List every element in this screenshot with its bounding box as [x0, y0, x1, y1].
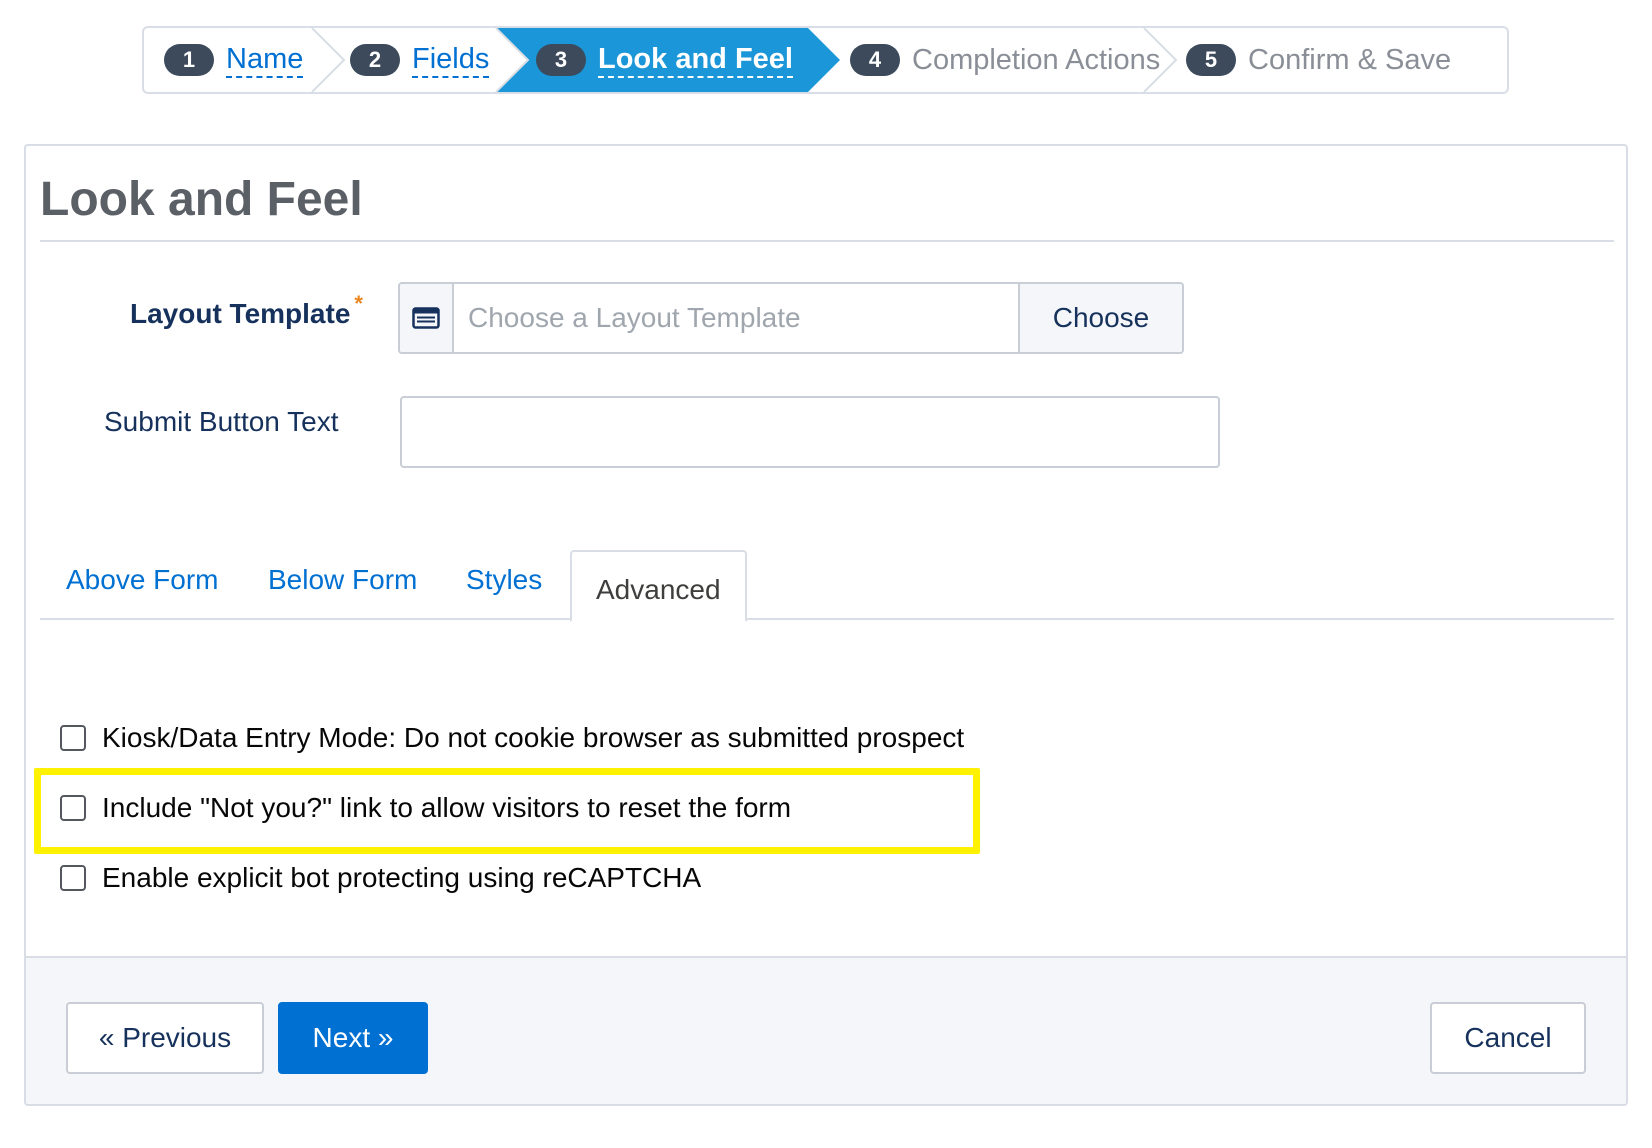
option-kiosk-mode[interactable]: Kiosk/Data Entry Mode: Do not cookie bro… — [60, 722, 964, 754]
recaptcha-checkbox[interactable] — [60, 865, 86, 891]
submit-button-text-field[interactable] — [400, 396, 1220, 468]
step-number: 3 — [536, 44, 586, 76]
step-label[interactable]: Look and Feel — [598, 42, 793, 78]
layout-template-lookup[interactable]: Choose a Layout Template Choose — [398, 282, 1184, 354]
title-divider — [40, 240, 1614, 242]
layout-template-input[interactable]: Choose a Layout Template — [454, 284, 1018, 352]
tab-below-form[interactable]: Below Form — [268, 564, 417, 596]
tab-advanced[interactable]: Advanced — [570, 550, 747, 622]
kiosk-mode-checkbox[interactable] — [60, 725, 86, 751]
recaptcha-label: Enable explicit bot protecting using reC… — [102, 862, 702, 893]
layout-template-label: Layout Template * — [130, 291, 363, 330]
choose-button[interactable]: Choose — [1018, 284, 1182, 352]
not-you-link-checkbox[interactable] — [60, 795, 86, 821]
look-and-feel-card: Look and Feel Layout Template * Choose a … — [24, 144, 1628, 1106]
option-not-you-link[interactable]: Include "Not you?" link to allow visitor… — [60, 792, 791, 824]
list-card-icon — [400, 284, 454, 352]
submit-button-text-label: Submit Button Text — [104, 406, 339, 437]
layout-template-label-text: Layout Template — [130, 298, 351, 329]
step-number: 1 — [164, 44, 214, 76]
step-number: 2 — [350, 44, 400, 76]
tab-above-form[interactable]: Above Form — [66, 564, 219, 596]
wizard-steps: 1 Name 2 Fields 3 Look and Feel 4 Comple… — [142, 26, 1509, 94]
previous-button[interactable]: « Previous — [66, 1002, 264, 1074]
step-label[interactable]: Confirm & Save — [1248, 44, 1451, 77]
step-number: 4 — [850, 44, 900, 76]
tab-bar: Above Form Below Form Styles Advanced — [40, 550, 1614, 622]
step-completion-actions[interactable]: 4 Completion Actions — [850, 28, 1160, 92]
page-title: Look and Feel — [40, 173, 363, 226]
card-footer: « Previous Next » Cancel — [26, 956, 1626, 1104]
step-label[interactable]: Fields — [412, 42, 490, 78]
required-marker: * — [354, 291, 363, 316]
cancel-button[interactable]: Cancel — [1430, 1002, 1586, 1074]
step-label[interactable]: Completion Actions — [912, 44, 1160, 77]
step-look-and-feel[interactable]: 3 Look and Feel — [536, 28, 793, 92]
step-confirm-and-save[interactable]: 5 Confirm & Save — [1186, 28, 1451, 92]
kiosk-mode-label: Kiosk/Data Entry Mode: Do not cookie bro… — [102, 722, 965, 753]
step-number: 5 — [1186, 44, 1236, 76]
tab-styles[interactable]: Styles — [466, 564, 542, 596]
not-you-link-label: Include "Not you?" link to allow visitor… — [102, 792, 792, 823]
next-button[interactable]: Next » — [278, 1002, 428, 1074]
step-fields[interactable]: 2 Fields — [350, 28, 490, 92]
step-name[interactable]: 1 Name — [164, 28, 304, 92]
option-recaptcha[interactable]: Enable explicit bot protecting using reC… — [60, 862, 701, 894]
step-label[interactable]: Name — [226, 42, 304, 78]
